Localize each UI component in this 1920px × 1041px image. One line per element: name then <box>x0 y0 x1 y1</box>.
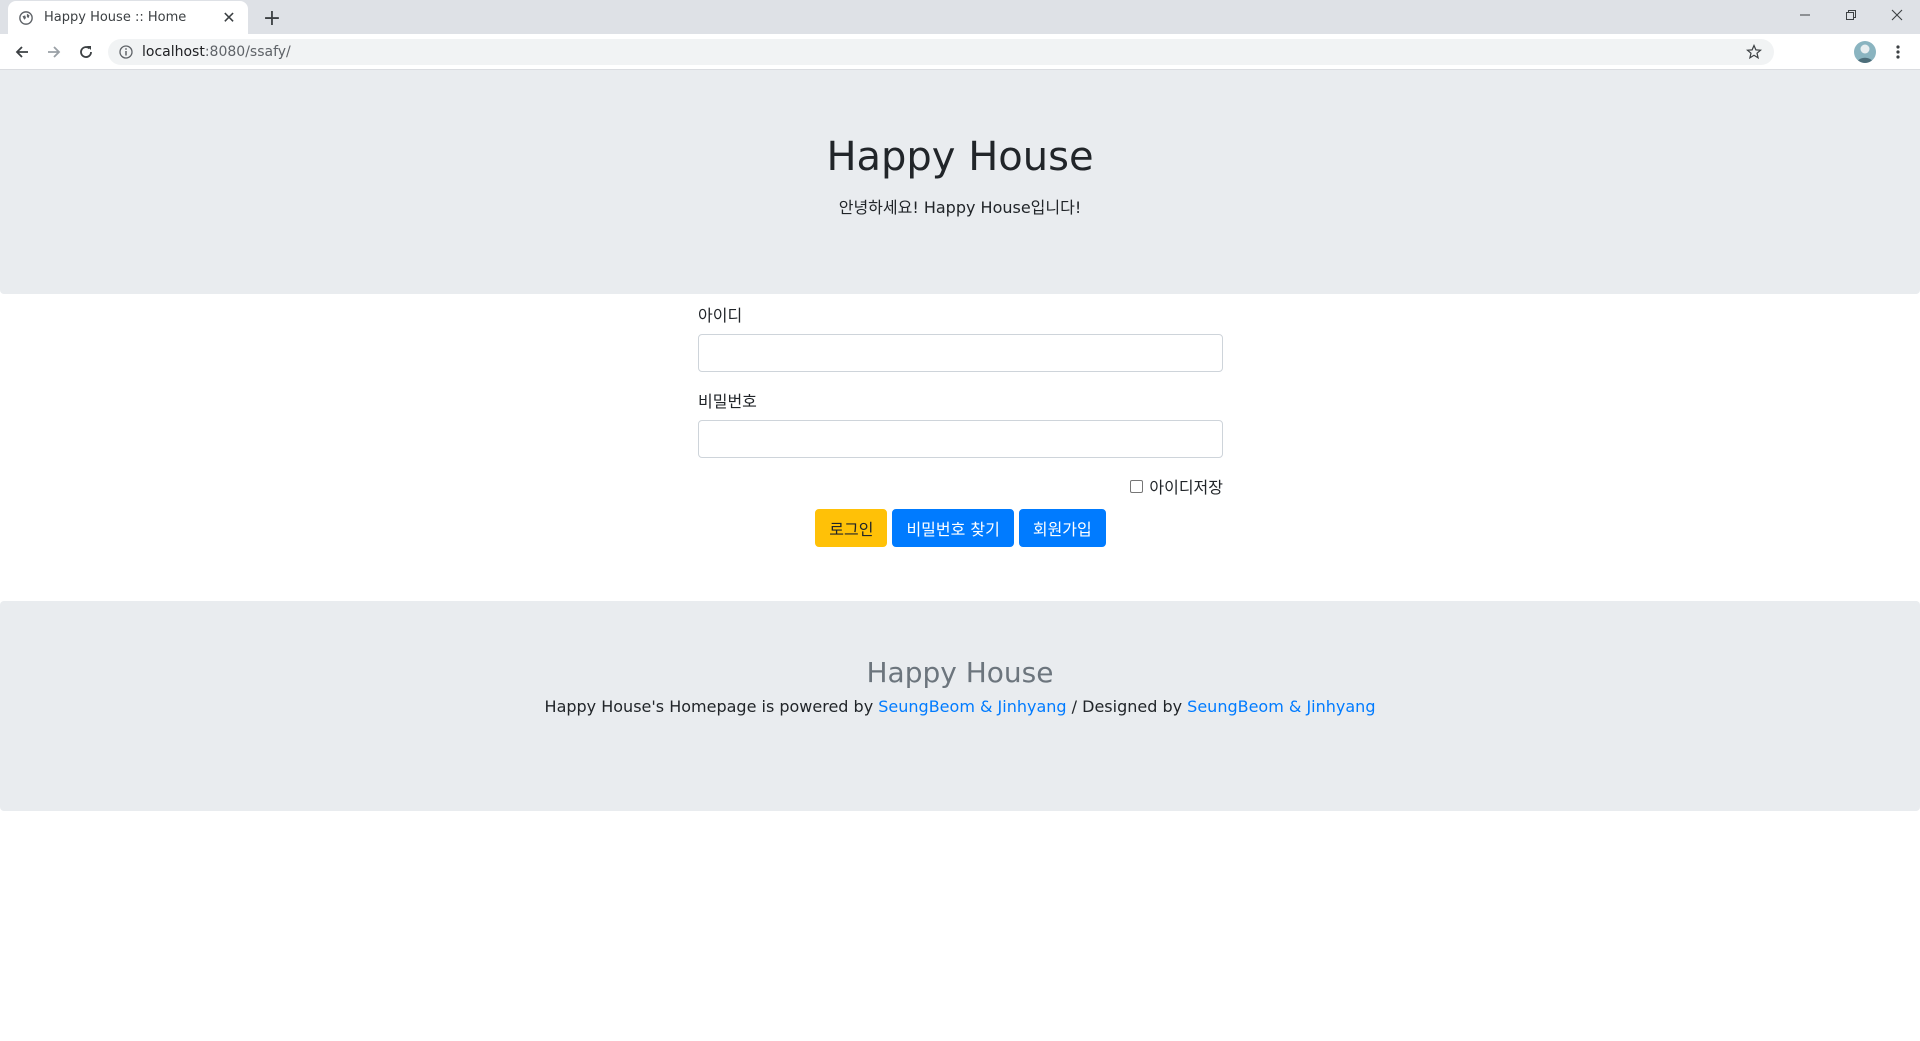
id-input[interactable] <box>698 334 1223 372</box>
avatar[interactable] <box>1854 41 1876 63</box>
url-host: localhost <box>142 44 205 60</box>
login-button[interactable]: 로그인 <box>815 509 888 547</box>
browser-toolbar: localhost:8080/ssafy/ <box>0 34 1920 70</box>
remember-id-row[interactable]: 아이디저장 <box>1130 474 1223 498</box>
page-title: Happy House <box>826 134 1094 180</box>
globe-icon <box>18 10 34 26</box>
url-text: localhost:8080/ssafy/ <box>142 44 291 60</box>
page-viewport: Happy House 안녕하세요! Happy House입니다! 아이디 비… <box>0 70 1920 1041</box>
password-label: 비밀번호 <box>698 392 757 411</box>
find-password-button[interactable]: 비밀번호 찾기 <box>892 509 1014 547</box>
footer-text: Happy House's Homepage is powered by Seu… <box>0 697 1920 716</box>
designed-by-link[interactable]: SeungBeom & Jinhyang <box>1187 697 1375 716</box>
close-icon[interactable]: ✕ <box>220 8 238 27</box>
restore-icon[interactable] <box>1828 0 1874 30</box>
signup-button[interactable]: 회원가입 <box>1018 509 1106 547</box>
footer-middle: / Designed by <box>1066 697 1188 716</box>
id-label: 아이디 <box>698 306 743 325</box>
star-icon[interactable] <box>1744 42 1764 62</box>
back-icon[interactable] <box>8 38 36 66</box>
plus-icon[interactable]: + <box>258 4 286 32</box>
footer-title: Happy House <box>866 656 1054 689</box>
button-group: 로그인 비밀번호 찾기 회원가입 <box>698 509 1223 547</box>
hero-section: Happy House 안녕하세요! Happy House입니다! <box>0 70 1920 294</box>
url-path: :8080/ssafy/ <box>204 44 291 60</box>
window-close-icon[interactable] <box>1874 0 1920 30</box>
info-icon[interactable] <box>118 44 134 60</box>
remember-id-checkbox[interactable] <box>1130 479 1144 493</box>
powered-by-link[interactable]: SeungBeom & Jinhyang <box>878 697 1066 716</box>
reload-icon[interactable] <box>72 38 100 66</box>
menu-icon[interactable] <box>1884 38 1912 66</box>
minimize-icon[interactable] <box>1782 0 1828 30</box>
remember-id-label: 아이디저장 <box>1149 478 1223 497</box>
address-bar[interactable]: localhost:8080/ssafy/ <box>108 39 1774 65</box>
footer-prefix: Happy House's Homepage is powered by <box>544 697 879 716</box>
tab-strip: Happy House :: Home ✕ + <box>0 0 1920 34</box>
forward-icon[interactable] <box>40 38 68 66</box>
tab-title: Happy House :: Home <box>44 10 187 25</box>
footer: Happy House Happy House's Homepage is po… <box>0 601 1920 811</box>
page-subtitle: 안녕하세요! Happy House입니다! <box>838 198 1082 217</box>
browser-tab[interactable]: Happy House :: Home ✕ <box>8 1 248 34</box>
password-input[interactable] <box>698 420 1223 458</box>
